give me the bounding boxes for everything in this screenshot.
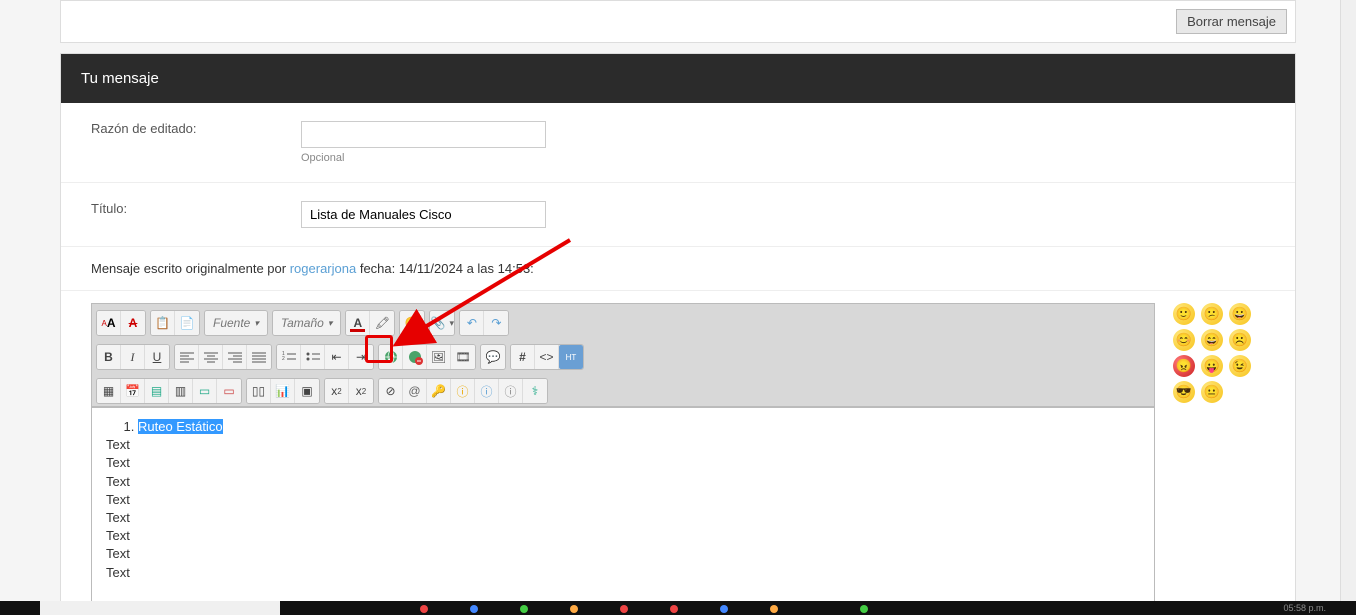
code-icon[interactable]: <> — [535, 345, 559, 369]
delete-message-button[interactable]: Borrar mensaje — [1176, 9, 1287, 34]
editor-line: Text — [106, 527, 1140, 545]
editor-content-area[interactable]: Ruteo Estático Text Text Text Text Text … — [92, 407, 1154, 607]
editor-line: Text — [106, 454, 1140, 472]
insert-link-icon[interactable] — [379, 345, 403, 369]
os-taskbar: 05:58 p.m. — [0, 601, 1356, 615]
font-color-icon[interactable]: AA — [97, 311, 121, 335]
size-dropdown[interactable]: Tamaño — [273, 311, 340, 335]
align-justify-icon[interactable] — [247, 345, 271, 369]
meta-prefix: Mensaje escrito originalmente por — [91, 261, 290, 276]
emoji-sad[interactable]: ☹️ — [1229, 329, 1251, 351]
message-form-panel: Tu mensaje Razón de editado: Opcional Tí… — [60, 53, 1296, 609]
emoji-grin[interactable]: 😀 — [1229, 303, 1251, 325]
align-left-icon[interactable] — [175, 345, 199, 369]
paste-icon[interactable]: 📄 — [175, 311, 199, 335]
selected-text: Ruteo Estático — [138, 419, 223, 434]
key-icon[interactable]: 🔑 — [427, 379, 451, 403]
emoji-neutral[interactable]: 😐 — [1201, 381, 1223, 403]
title-input[interactable] — [301, 201, 546, 228]
remove-link-icon[interactable] — [403, 345, 427, 369]
insert-image-icon[interactable]: 🖼 — [427, 345, 451, 369]
svg-text:2: 2 — [282, 356, 285, 362]
html-icon[interactable]: HT — [559, 345, 583, 369]
chart-icon[interactable]: 📊 — [271, 379, 295, 403]
emoji-wink[interactable]: 😉 — [1229, 355, 1251, 377]
emoji-cool[interactable]: 😎 — [1173, 381, 1195, 403]
editor-line: Text — [106, 509, 1140, 527]
emoji-confused[interactable]: 😕 — [1201, 303, 1223, 325]
copy-icon[interactable]: 📋 — [151, 311, 175, 335]
ordered-list-icon[interactable]: 12 — [277, 345, 301, 369]
emoji-picker-icon[interactable]: 😊 — [400, 311, 424, 335]
toolbar-row-3: ▦ 📅 ▤ ▥ ▭ ▭ ▯▯ 📊 ▣ x — [92, 372, 1154, 407]
title-row: Título: — [61, 183, 1295, 247]
text-color-picker-icon[interactable]: A — [346, 311, 370, 335]
toolbar-row-2: B I U 12 ⇤ — [92, 338, 1154, 372]
background-color-icon[interactable]: A — [121, 311, 145, 335]
insert-row-icon[interactable]: ▭ — [193, 379, 217, 403]
title-label: Título: — [91, 201, 301, 216]
medical-icon[interactable]: ⚕ — [523, 379, 547, 403]
indent-icon[interactable]: ⇥ — [349, 345, 373, 369]
delete-row-icon[interactable]: ▭ — [217, 379, 241, 403]
editor-line: Text — [106, 564, 1140, 582]
editor-line: Text — [106, 436, 1140, 454]
meta-suffix: fecha: 14/11/2024 a las 14:53: — [356, 261, 534, 276]
columns-icon[interactable]: ▯▯ — [247, 379, 271, 403]
emoji-happy[interactable]: 😊 — [1173, 329, 1195, 351]
info-blue-icon[interactable]: ⓘ — [475, 379, 499, 403]
bold-button[interactable]: B — [97, 345, 121, 369]
highlight-color-picker-icon[interactable]: 🖍 — [370, 311, 394, 335]
font-dropdown[interactable]: Fuente — [205, 311, 267, 335]
spreadsheet-icon[interactable]: ▤ — [145, 379, 169, 403]
grid-icon[interactable]: ▥ — [169, 379, 193, 403]
panel-header: Tu mensaje — [61, 54, 1295, 103]
calendar-icon[interactable]: 📅 — [121, 379, 145, 403]
edit-reason-label: Razón de editado: — [91, 121, 301, 136]
info-yellow-icon[interactable]: ⓘ — [451, 379, 475, 403]
subscript-icon[interactable]: x2 — [325, 379, 349, 403]
rich-text-editor: AA A 📋 📄 Fuente Tamaño — [91, 303, 1155, 608]
superscript-icon[interactable]: x2 — [349, 379, 373, 403]
emoji-sidebar: 🙂 😕 😀 😊 😄 ☹️ 😠 😛 😉 😎 😐 — [1155, 303, 1265, 403]
toolbar-row-1: AA A 📋 📄 Fuente Tamaño — [92, 304, 1154, 338]
outdent-icon[interactable]: ⇤ — [325, 345, 349, 369]
align-right-icon[interactable] — [223, 345, 247, 369]
redo-icon[interactable]: ↷ — [484, 311, 508, 335]
edit-reason-hint: Opcional — [301, 152, 1265, 164]
undo-icon[interactable]: ↶ — [460, 311, 484, 335]
top-action-bar: Borrar mensaje — [60, 0, 1296, 43]
insert-video-icon[interactable]: 🎞 — [451, 345, 475, 369]
quote-icon[interactable]: 💬 — [481, 345, 505, 369]
italic-button[interactable]: I — [121, 345, 145, 369]
editor-line: Text — [106, 491, 1140, 509]
spoiler-icon[interactable]: ⊘ — [379, 379, 403, 403]
scrollbar[interactable] — [1340, 0, 1356, 615]
attachment-dropdown-icon[interactable]: 📎 — [430, 311, 454, 335]
mention-icon[interactable]: @ — [403, 379, 427, 403]
original-author-line: Mensaje escrito originalmente por rogera… — [61, 247, 1295, 291]
edit-reason-row: Razón de editado: Opcional — [61, 103, 1295, 183]
hash-icon[interactable]: # — [511, 345, 535, 369]
panel-title: Tu mensaje — [81, 70, 159, 87]
underline-button[interactable]: U — [145, 345, 169, 369]
taskbar-start-region — [40, 601, 280, 615]
emoji-angry[interactable]: 😠 — [1173, 355, 1195, 377]
taskbar-time: 05:58 p.m. — [1283, 601, 1326, 615]
editor-line: Text — [106, 473, 1140, 491]
table-icon[interactable]: ▦ — [97, 379, 121, 403]
emoji-laugh[interactable]: 😄 — [1201, 329, 1223, 351]
editor-line: Text — [106, 545, 1140, 563]
info-gray-icon[interactable]: ⓘ — [499, 379, 523, 403]
author-link[interactable]: rogerarjona — [290, 261, 357, 276]
emoji-smile[interactable]: 🙂 — [1173, 303, 1195, 325]
align-center-icon[interactable] — [199, 345, 223, 369]
edit-reason-input[interactable] — [301, 121, 546, 148]
unordered-list-icon[interactable] — [301, 345, 325, 369]
emoji-tongue[interactable]: 😛 — [1201, 355, 1223, 377]
layout-icon[interactable]: ▣ — [295, 379, 319, 403]
